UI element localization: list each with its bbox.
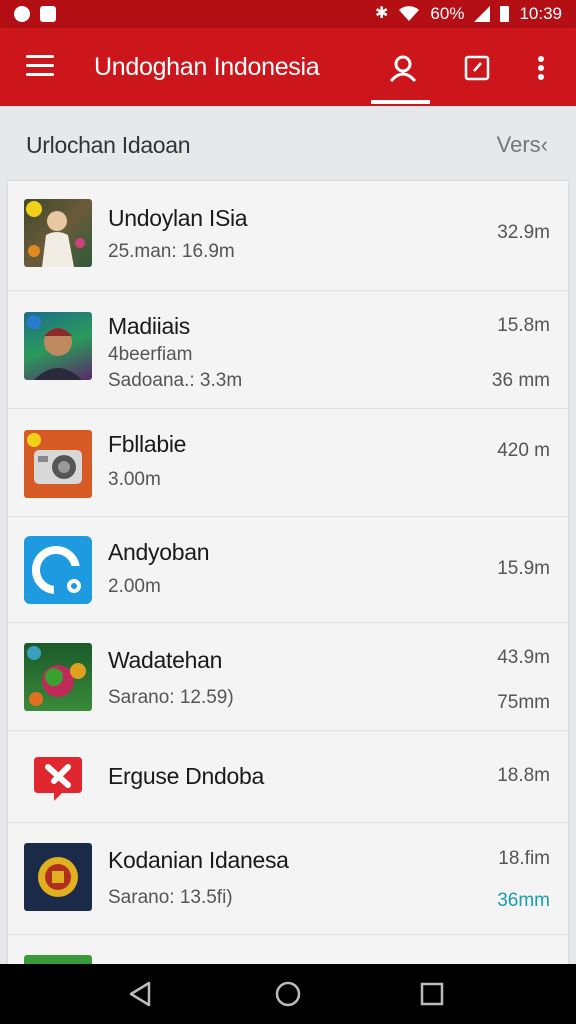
more-vert-icon [538, 56, 544, 80]
wifi-icon [399, 6, 420, 21]
section-action[interactable]: Vers‹ [497, 132, 548, 158]
list-item[interactable]: Erguse Dndoba 18.8m [8, 731, 568, 823]
signal-icon [474, 6, 491, 22]
more-button[interactable] [519, 46, 563, 90]
game-balls-icon [24, 643, 92, 711]
account-button[interactable] [381, 46, 425, 90]
item-name: Madiiais [108, 313, 190, 339]
active-tab-indicator [371, 100, 430, 104]
bluetooth-icon: ✱ [375, 5, 389, 22]
chat-bubble-icon [24, 536, 92, 604]
list-item-partial[interactable] [8, 935, 568, 966]
edit-icon [464, 55, 490, 81]
item-size: 15.8m [497, 315, 550, 336]
item-detail: 25.man: 16.9m [108, 241, 235, 262]
item-size-secondary: 36 mm [491, 370, 550, 391]
section-title: Urlochan Idaoan [26, 132, 191, 158]
item-detail: 3.00m [108, 469, 161, 490]
item-size-secondary: 75mm [497, 692, 550, 713]
item-name: Kodanian Idanesa [108, 847, 289, 873]
avatar-art-icon [24, 312, 92, 380]
portrait-art-icon [24, 199, 92, 267]
clock: 10:39 [519, 4, 562, 23]
x-badge-icon [24, 743, 92, 811]
item-name: Wadatehan [108, 647, 223, 673]
app-title: Undoghan Indonesia [94, 53, 320, 81]
account-icon [389, 55, 417, 83]
battery-text: 60% [430, 4, 465, 23]
list-item[interactable]: Kodanian Idanesa Sarano: 13.5fi) 18.fim … [8, 823, 568, 935]
status-right: ✱ 60% 10:39 [375, 4, 562, 24]
item-size: 18.fim [498, 848, 550, 869]
item-name: Erguse Dndoba [108, 763, 264, 789]
back-icon [129, 981, 151, 1007]
item-size: 18.8m [497, 765, 550, 786]
list-item[interactable]: Fbllabie 3.00m 420 m [8, 409, 568, 517]
emblem-icon [24, 843, 92, 911]
item-size-secondary: 36mm [497, 890, 550, 911]
status-bar: ✱ 60% 10:39 [0, 0, 576, 28]
notification-icon [14, 6, 30, 22]
item-detail-secondary: Sadoana.: 3.3m [108, 370, 243, 391]
item-detail: 4beerfiam [108, 344, 193, 365]
item-name: Andyoban [108, 539, 210, 565]
item-detail: 2.00m [108, 576, 161, 597]
item-size: 420 m [497, 440, 550, 461]
section-header: Urlochan Idaoan Vers‹ [0, 106, 576, 180]
list-item[interactable]: Andyoban 2.00m 15.9m [8, 517, 568, 623]
navigation-bar [0, 964, 576, 1024]
recents-icon [420, 982, 444, 1006]
home-icon [275, 981, 301, 1007]
status-left [14, 6, 56, 22]
download-list: Undoylan ISia 25.man: 16.9m 32.9m Madiia… [8, 181, 568, 966]
item-detail: Sarano: 12.59) [108, 687, 234, 708]
camera-icon [24, 430, 92, 498]
item-size: 32.9m [497, 222, 550, 243]
image-icon [40, 6, 56, 22]
app-bar: Undoghan Indonesia [0, 28, 576, 106]
item-size: 15.9m [497, 558, 550, 579]
back-button[interactable] [120, 976, 160, 1012]
item-detail: Sarano: 13.5fi) [108, 887, 233, 908]
item-name: Fbllabie [108, 431, 187, 457]
home-button[interactable] [268, 976, 308, 1012]
item-size: 43.9m [497, 647, 550, 668]
list-item[interactable]: Undoylan ISia 25.man: 16.9m 32.9m [8, 181, 568, 291]
list-item[interactable]: Wadatehan Sarano: 12.59) 43.9m 75mm [8, 623, 568, 731]
battery-icon [500, 6, 510, 22]
item-name: Undoylan ISia [108, 205, 248, 231]
recents-button[interactable] [412, 976, 452, 1012]
list-item[interactable]: Madiiais 4beerfiam Sadoana.: 3.3m 15.8m … [8, 291, 568, 409]
menu-icon[interactable] [26, 55, 54, 77]
edit-button[interactable] [455, 46, 499, 90]
